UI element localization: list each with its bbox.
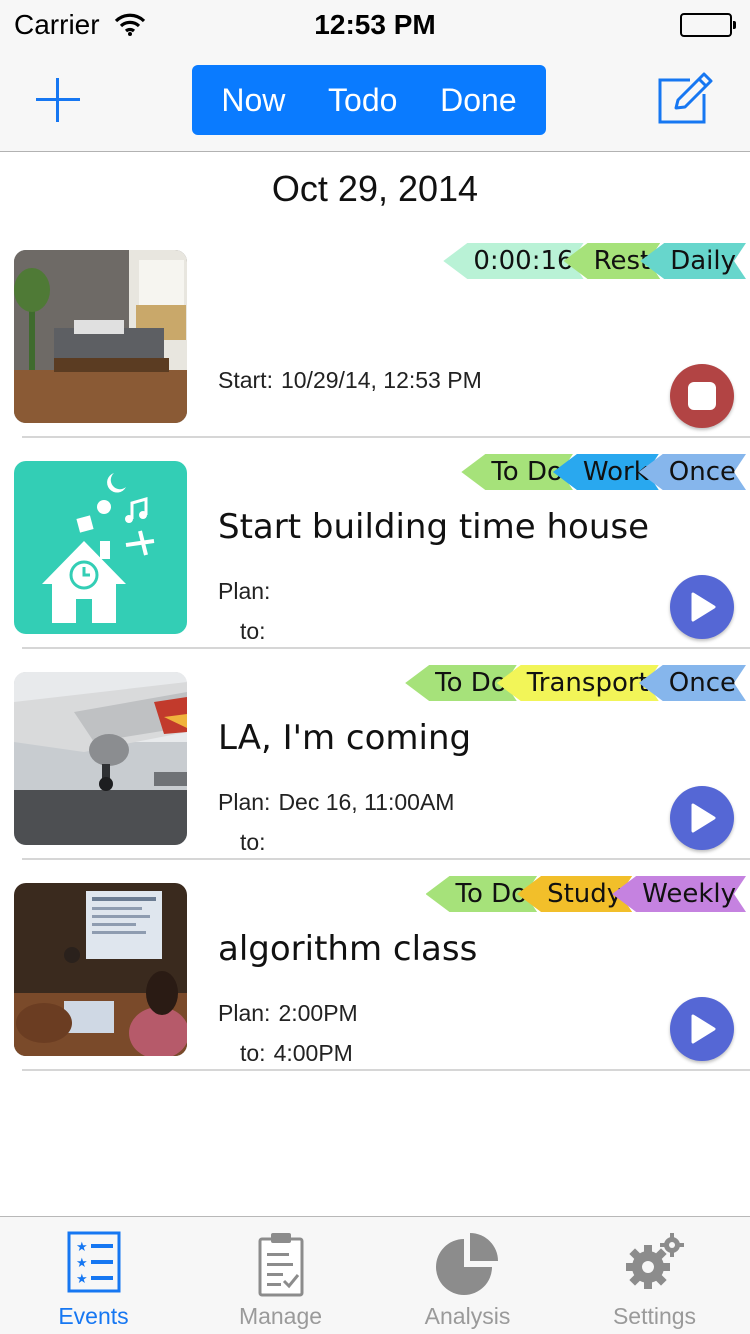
event-row-la[interactable]: To Do Transport Once LA, I'm coming Plan… <box>0 672 750 882</box>
play-button[interactable] <box>670 997 734 1061</box>
row-divider <box>22 436 750 438</box>
play-button[interactable] <box>670 575 734 639</box>
event-plan-label: Plan: <box>218 789 271 815</box>
navigation-bar: Now Todo Done <box>0 46 750 152</box>
event-to-label: to: <box>240 618 266 644</box>
event-title: LA, I'm coming <box>218 718 472 758</box>
tab-events-label: Events <box>58 1303 129 1329</box>
event-plan-label: Plan: <box>218 578 271 604</box>
event-tags: To Do Work Once <box>461 453 746 491</box>
event-plan-label: Plan: <box>218 1000 271 1026</box>
event-row-rest[interactable]: 0:00:16 Rest Daily Start: 10/29/14, 12:53… <box>0 250 750 460</box>
row-divider <box>22 858 750 860</box>
event-start-label: Start: <box>218 367 273 393</box>
segment-now[interactable]: Now <box>221 82 285 119</box>
status-time: 12:53 PM <box>314 9 436 40</box>
tag-timer: 0:00:16 <box>443 243 583 279</box>
tag-repeat: Weekly <box>612 876 746 912</box>
battery-icon <box>680 13 736 37</box>
row-divider <box>22 1069 750 1071</box>
event-to-line: to: <box>240 618 274 645</box>
add-event-button[interactable] <box>36 78 80 122</box>
tab-manage-label: Manage <box>238 1303 323 1329</box>
play-icon <box>691 592 716 622</box>
event-tags: To Do Transport Once <box>405 664 746 702</box>
tab-analysis-label: Analysis <box>424 1303 511 1329</box>
compose-button[interactable] <box>656 70 716 126</box>
tab-settings[interactable]: Settings <box>561 1217 748 1334</box>
event-thumbnail <box>14 250 187 423</box>
event-plan-value: 2:00PM <box>278 1000 358 1026</box>
event-thumbnail <box>14 883 187 1056</box>
list-icon: ★ ★ ★ <box>67 1231 121 1298</box>
stop-button[interactable] <box>670 364 734 428</box>
date-header: Oct 29, 2014 <box>271 168 479 209</box>
tab-analysis[interactable]: Analysis <box>374 1217 561 1334</box>
compose-icon <box>658 72 713 124</box>
event-plan-line: Plan: <box>218 578 278 605</box>
tag-category: Transport <box>497 665 659 701</box>
status-bar: Carrier 12:53 PM <box>0 0 750 46</box>
tab-bar: ★ ★ ★ Events Manage Analysis Settings <box>0 1216 750 1334</box>
segment-todo[interactable]: Todo <box>328 82 397 119</box>
tab-settings-label: Settings <box>612 1303 697 1329</box>
tab-manage[interactable]: Manage <box>187 1217 374 1334</box>
svg-text:★: ★ <box>76 1240 88 1255</box>
event-to-line: to: <box>240 829 274 856</box>
event-title: Start building time house <box>218 507 650 547</box>
event-thumbnail <box>14 461 187 634</box>
event-start-value: 10/29/14, 12:53 PM <box>280 367 482 393</box>
event-plan-line: Plan: Dec 16, 11:00AM <box>218 789 454 816</box>
event-to-line: to: 4:00PM <box>240 1040 353 1067</box>
event-row-algorithm-class[interactable]: To Do Study Weekly algorithm class Plan:… <box>0 883 750 1093</box>
row-divider <box>22 647 750 649</box>
event-tags: To Do Study Weekly <box>426 875 747 913</box>
event-title: algorithm class <box>218 929 478 969</box>
gears-icon <box>622 1231 688 1298</box>
pie-chart-icon <box>434 1231 502 1302</box>
play-icon <box>691 1014 716 1044</box>
tab-events[interactable]: ★ ★ ★ Events <box>0 1217 187 1334</box>
segment-done[interactable]: Done <box>440 82 517 119</box>
play-button[interactable] <box>670 786 734 850</box>
event-to-label: to: <box>240 1040 266 1066</box>
svg-text:★: ★ <box>76 1272 88 1287</box>
event-to-label: to: <box>240 829 266 855</box>
svg-text:★: ★ <box>76 1256 88 1271</box>
event-row-time-house[interactable]: To Do Work Once Start building time hous… <box>0 461 750 671</box>
play-icon <box>691 803 716 833</box>
clipboard-icon <box>256 1231 306 1302</box>
event-thumbnail <box>14 672 187 845</box>
event-plan-value: Dec 16, 11:00AM <box>278 789 455 815</box>
stop-icon <box>688 382 716 410</box>
event-tags: 0:00:16 Rest Daily <box>443 242 746 280</box>
event-start-line: Start: 10/29/14, 12:53 PM <box>218 367 482 394</box>
event-to-value: 4:00PM <box>273 1040 353 1066</box>
filter-segmented-control: Now Todo Done <box>192 65 546 135</box>
event-plan-line: Plan: 2:00PM <box>218 1000 358 1027</box>
